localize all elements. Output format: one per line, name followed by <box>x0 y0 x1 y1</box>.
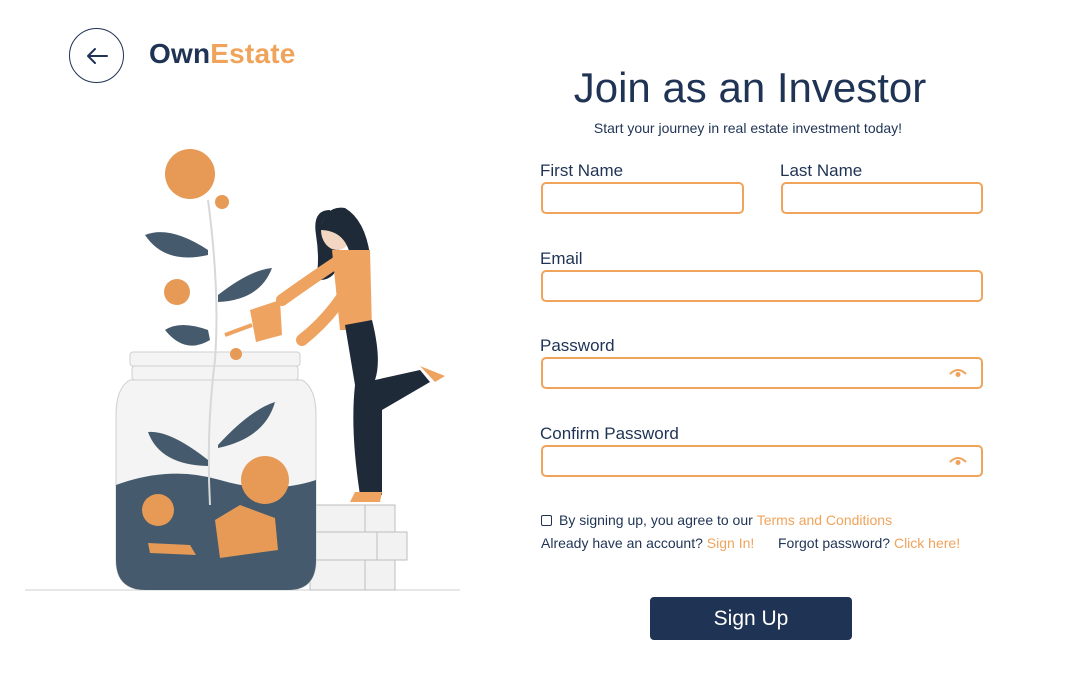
email-label: Email <box>540 249 583 268</box>
last-name-field[interactable] <box>781 182 983 214</box>
confirm-password-label: Confirm Password <box>540 424 679 443</box>
terms-text: By signing up, you agree to our <box>559 512 753 528</box>
confirm-password-field[interactable] <box>541 445 983 477</box>
confirm-password-input[interactable] <box>543 447 981 475</box>
eye-icon[interactable] <box>949 455 967 467</box>
password-input[interactable] <box>543 359 981 387</box>
terms-link[interactable]: Terms and Conditions <box>757 512 892 528</box>
password-label: Password <box>540 336 615 355</box>
logo-estate: Estate <box>210 38 296 69</box>
email-input[interactable] <box>543 272 981 300</box>
jar-icon <box>115 351 317 591</box>
back-button[interactable] <box>69 28 124 83</box>
password-field[interactable] <box>541 357 983 389</box>
email-field[interactable] <box>541 270 983 302</box>
account-text: Already have an account? <box>541 535 703 551</box>
sign-up-button[interactable]: Sign Up <box>650 597 852 640</box>
last-name-label: Last Name <box>780 161 863 180</box>
logo-own: Own <box>149 38 211 69</box>
terms-row: By signing up, you agree to our Terms an… <box>541 512 892 528</box>
eye-icon[interactable] <box>949 367 967 379</box>
page-title: Join as an Investor <box>573 64 927 111</box>
sign-in-link[interactable]: Sign In! <box>707 535 754 551</box>
forgot-row: Forgot password? Click here! <box>778 535 960 551</box>
page-subtitle: Start your journey in real estate invest… <box>593 120 903 136</box>
account-row: Already have an account? Sign In! <box>541 535 754 551</box>
books-icon <box>309 504 408 591</box>
first-name-input[interactable] <box>543 184 742 212</box>
first-name-label: First Name <box>540 161 624 180</box>
terms-checkbox[interactable] <box>541 514 552 526</box>
logo: OwnEstate <box>149 38 296 70</box>
forgot-link[interactable]: Click here! <box>894 535 960 551</box>
first-name-field[interactable] <box>541 182 744 214</box>
investor-illustration <box>25 149 460 591</box>
arrow-left-icon <box>86 47 108 64</box>
forgot-text: Forgot password? <box>778 535 891 551</box>
last-name-input[interactable] <box>783 184 981 212</box>
